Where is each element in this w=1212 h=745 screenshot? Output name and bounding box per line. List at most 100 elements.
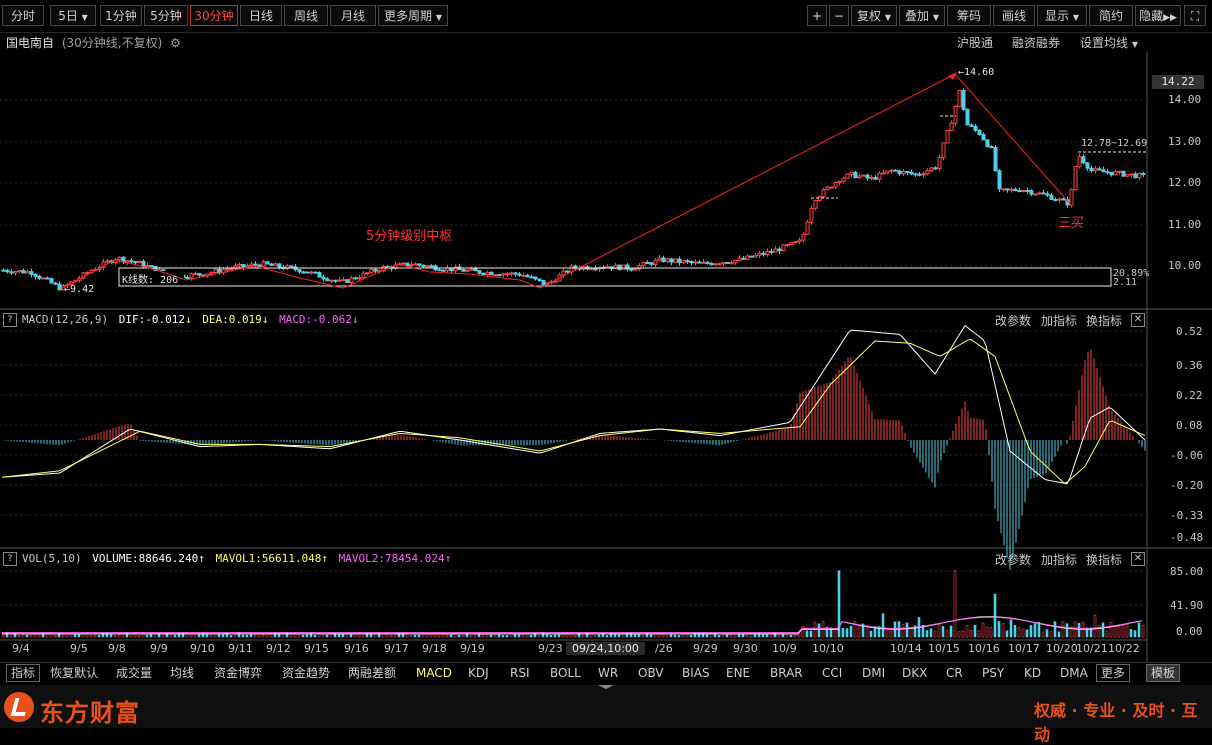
volume-bar <box>557 634 561 638</box>
candle-body <box>13 271 18 274</box>
indicator-tab[interactable]: 指标 <box>6 664 41 682</box>
indicator-tab[interactable]: BIAS <box>682 665 710 681</box>
candle-body <box>941 142 946 158</box>
volume-bar <box>29 634 33 638</box>
macd-tick: 0.08 <box>1176 419 1203 432</box>
volume-bar <box>569 632 573 638</box>
indicator-tab[interactable]: KD <box>1024 665 1041 681</box>
indicator-tab[interactable]: DKX <box>902 665 927 681</box>
candle-body <box>189 273 194 279</box>
indicator-tab[interactable]: 模板 <box>1146 664 1181 682</box>
trend-line[interactable] <box>539 73 1073 289</box>
price-gridlines <box>0 99 1147 606</box>
volume-bar <box>129 633 133 638</box>
macd-help-icon[interactable]: ? <box>3 313 17 327</box>
volume-bar <box>73 634 77 638</box>
date-tick: 9/8 <box>108 642 126 655</box>
macd-switch-indicator-button[interactable]: 换指标 <box>1086 312 1122 329</box>
indicator-tab[interactable]: BOLL <box>550 665 581 681</box>
candle-body <box>481 272 486 276</box>
volume-bar <box>261 634 265 638</box>
volume-bar <box>61 634 65 638</box>
indicator-tab[interactable]: 均线 <box>170 665 194 681</box>
candle-body <box>541 279 546 286</box>
date-tick: 9/30 <box>733 642 758 655</box>
volume-bar <box>153 632 157 638</box>
candle-body <box>621 264 626 271</box>
indicator-tab[interactable]: OBV <box>638 665 664 681</box>
candle-body <box>361 272 366 279</box>
indicator-tab[interactable]: 资金博弈 <box>214 665 262 681</box>
volume-bar <box>905 622 909 638</box>
indicator-tab[interactable]: CCI <box>822 665 842 681</box>
candle-body <box>905 171 910 174</box>
indicator-tab[interactable]: 资金趋势 <box>282 665 330 681</box>
candle-body <box>897 170 902 175</box>
candle-body <box>137 260 142 264</box>
volume-bar <box>849 625 853 638</box>
indicator-tab[interactable]: BRAR <box>770 665 803 681</box>
candle-body <box>961 89 966 110</box>
indicator-tab[interactable]: 恢复默认 <box>50 665 98 681</box>
vol-close-icon[interactable]: ✕ <box>1131 552 1145 566</box>
volume-bar <box>925 630 929 638</box>
volume-bar <box>37 634 41 638</box>
indicator-tab[interactable]: PSY <box>982 665 1004 681</box>
indicator-tab[interactable]: 更多 <box>1096 664 1131 682</box>
candle-body <box>893 169 898 172</box>
volume-bar <box>433 632 437 638</box>
indicator-tab[interactable]: CR <box>946 665 963 681</box>
candle-body <box>333 279 338 282</box>
volume-bar <box>741 634 745 638</box>
candle-body <box>261 261 266 267</box>
candle-body <box>273 263 278 266</box>
indicator-tab[interactable]: KDJ <box>468 665 489 681</box>
macd-add-indicator-button[interactable]: 加指标 <box>1041 312 1077 329</box>
vol-add-indicator-button[interactable]: 加指标 <box>1041 551 1077 568</box>
indicator-tab[interactable]: WR <box>598 665 618 681</box>
date-tick: 9/16 <box>344 642 369 655</box>
volume-bar <box>977 630 981 638</box>
macd-edit-params-button[interactable]: 改参数 <box>995 312 1031 329</box>
date-tick: 10/14 <box>890 642 922 655</box>
date-tick: 09/24,10:00 <box>566 642 645 655</box>
candle-body <box>777 248 782 252</box>
volume-bar <box>497 633 501 638</box>
indicator-tab[interactable]: DMA <box>1060 665 1088 681</box>
indicator-tab[interactable]: ENE <box>726 665 750 681</box>
mavol1-line <box>2 616 1143 635</box>
macd-close-icon[interactable]: ✕ <box>1131 313 1145 327</box>
candle-body <box>425 265 430 268</box>
candle-body <box>1013 188 1018 192</box>
candle-body <box>973 125 978 131</box>
vol-edit-params-button[interactable]: 改参数 <box>995 551 1031 568</box>
vol-help-icon[interactable]: ? <box>3 552 17 566</box>
volume-bar <box>633 634 637 638</box>
candle-body <box>1009 188 1014 191</box>
volume-bar <box>105 632 109 638</box>
indicator-tab[interactable]: RSI <box>510 665 530 681</box>
pivot-zone-box[interactable] <box>118 267 1112 287</box>
indicator-tab[interactable]: 两融差额 <box>348 665 396 681</box>
volume-bar <box>965 625 969 638</box>
volume-bar <box>301 634 305 638</box>
candle-body <box>865 174 870 179</box>
indicator-tab[interactable]: 成交量 <box>116 665 152 681</box>
volume-bar <box>713 632 717 638</box>
indicator-tab[interactable]: MACD <box>416 665 452 681</box>
vol-switch-indicator-button[interactable]: 换指标 <box>1086 551 1122 568</box>
macd-tick: 0.36 <box>1176 359 1203 372</box>
indicator-tab[interactable]: DMI <box>862 665 885 681</box>
collapse-handle-icon[interactable] <box>596 685 616 689</box>
macd-value: MACD:-0.062 <box>279 313 352 326</box>
volume-bar <box>949 625 953 638</box>
candle-body <box>49 278 54 284</box>
candle-body <box>805 221 810 235</box>
candle-body <box>909 171 914 175</box>
volume-bar <box>189 633 193 638</box>
date-tick: 9/10 <box>190 642 215 655</box>
volume-bar <box>681 633 685 638</box>
candle-body <box>365 272 370 275</box>
volume-bar <box>809 630 813 638</box>
candle-body <box>421 264 426 268</box>
